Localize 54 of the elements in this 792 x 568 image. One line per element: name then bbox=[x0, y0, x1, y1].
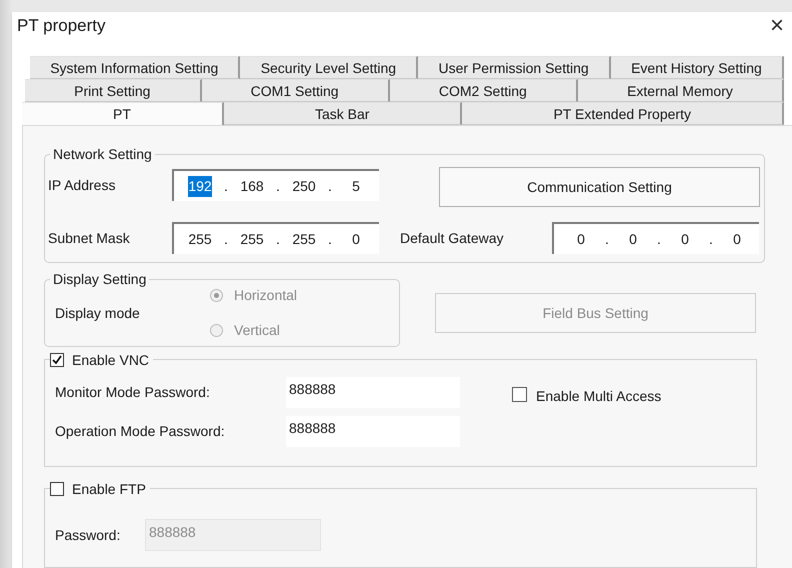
checkbox[interactable] bbox=[512, 387, 527, 402]
field-label: Monitor Mode Password: bbox=[55, 383, 211, 402]
ip-dot: . bbox=[223, 230, 229, 248]
ip-dot: . bbox=[275, 176, 281, 196]
ip-octet: 192 bbox=[188, 176, 212, 196]
field-label: IP Address bbox=[48, 176, 116, 194]
ip-octet: 0 bbox=[577, 230, 585, 248]
tab[interactable]: System Information Setting bbox=[30, 56, 240, 79]
checkbox[interactable] bbox=[50, 482, 64, 496]
default-gateway-field[interactable]: 0 . 0 . 0 . 0 bbox=[552, 222, 759, 254]
ip-octet: 250 bbox=[292, 176, 316, 196]
password-field[interactable]: 888888 bbox=[286, 377, 460, 408]
field-label: Subnet Mask bbox=[48, 228, 131, 248]
communication-setting-button[interactable]: Communication Setting bbox=[439, 167, 760, 207]
ip-octet: 255 bbox=[188, 230, 212, 248]
field-label: Password: bbox=[55, 526, 122, 544]
ip-dot: . bbox=[275, 230, 281, 248]
tab[interactable]: User Permission Setting bbox=[418, 56, 611, 79]
password-field[interactable]: 888888 bbox=[286, 416, 460, 447]
tab[interactable]: Task Bar bbox=[224, 102, 462, 125]
ip-dot: . bbox=[656, 230, 662, 248]
ip-octet: 0 bbox=[352, 230, 360, 248]
ip-dot: . bbox=[223, 176, 229, 196]
ip-octet: 0 bbox=[681, 230, 689, 248]
window-title: PT property bbox=[17, 14, 106, 37]
ip-octet: 168 bbox=[240, 176, 264, 196]
field-label: Display mode bbox=[55, 304, 141, 323]
checkbox-label[interactable]: Enable FTP bbox=[72, 480, 146, 498]
ip-octet: 0 bbox=[629, 230, 637, 248]
field-label: Operation Mode Password: bbox=[55, 422, 226, 441]
tab[interactable]: Security Level Setting bbox=[240, 56, 418, 79]
tab[interactable]: COM2 Setting bbox=[390, 79, 578, 102]
tab[interactable]: COM1 Setting bbox=[202, 79, 390, 102]
ip-dot: . bbox=[604, 230, 610, 248]
close-button[interactable]: × bbox=[766, 14, 788, 38]
tab[interactable]: External Memory bbox=[578, 79, 784, 102]
ip-octet: 0 bbox=[733, 230, 741, 248]
tab[interactable]: Print Setting bbox=[25, 79, 202, 102]
ip-octet: 5 bbox=[352, 176, 360, 196]
ip-dot: . bbox=[708, 230, 714, 248]
field-label: Default Gateway bbox=[400, 228, 504, 248]
ip-octet: 255 bbox=[240, 230, 264, 248]
ip-dot: . bbox=[327, 176, 333, 196]
checkbox-label[interactable]: Enable Multi Access bbox=[536, 387, 662, 405]
checkbox-label[interactable]: Enable VNC bbox=[72, 351, 150, 369]
ip-dot: . bbox=[327, 230, 333, 248]
check-icon bbox=[52, 355, 62, 365]
tab[interactable]: Event History Setting bbox=[610, 56, 784, 79]
checkbox[interactable] bbox=[50, 353, 64, 367]
ip-address-field[interactable]: 192 . 168 . 250 . 5 bbox=[172, 169, 379, 201]
tab[interactable]: PT bbox=[22, 102, 224, 125]
tab[interactable]: PT Extended Property bbox=[462, 102, 784, 125]
subnet-mask-field[interactable]: 255 . 255 . 255 . 0 bbox=[172, 222, 379, 254]
ip-octet: 255 bbox=[292, 230, 316, 248]
